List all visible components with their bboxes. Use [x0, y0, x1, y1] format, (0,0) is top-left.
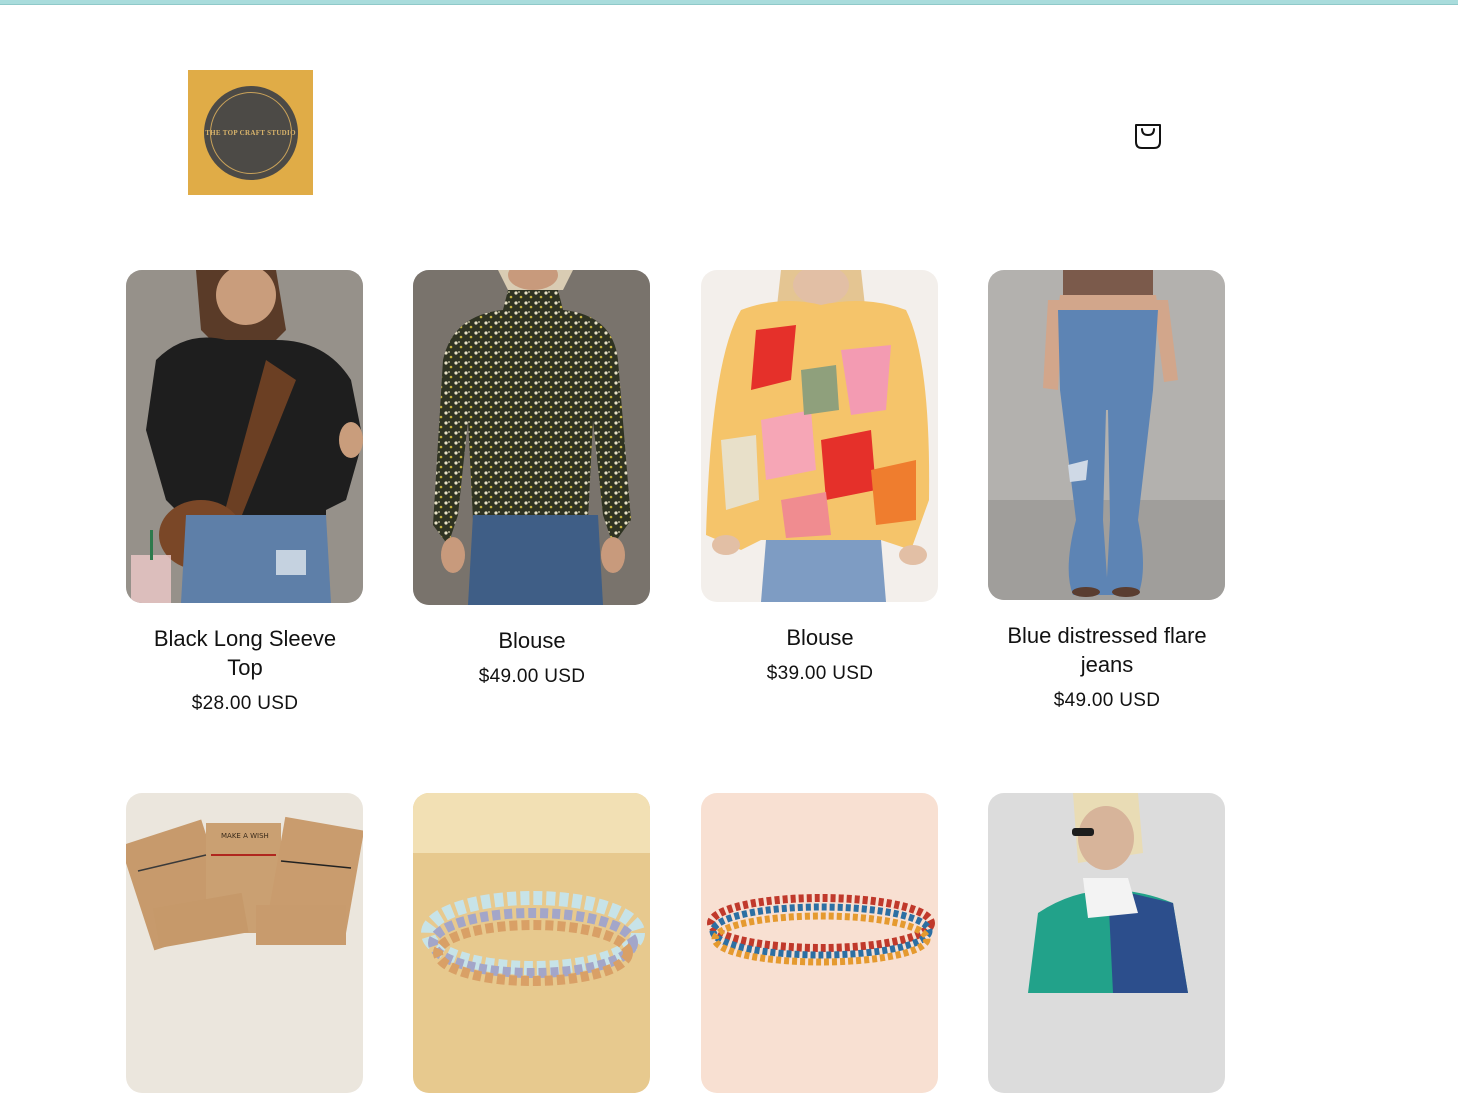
store-logo[interactable]: THE TOP CRAFT STUDIO [188, 70, 313, 195]
product-image[interactable] [126, 270, 363, 603]
product-price: $49.00 USD [478, 666, 586, 687]
product-image[interactable] [413, 793, 650, 1093]
product-card[interactable] [988, 793, 1226, 1093]
logo-text: THE TOP CRAFT STUDIO [205, 128, 296, 137]
wish-card-text: MAKE A WISH [221, 832, 269, 840]
product-photo-colorblock-hoodie [988, 793, 1225, 1093]
product-image[interactable] [988, 793, 1225, 1093]
product-title[interactable]: Blue distressed flare jeans [988, 621, 1226, 679]
product-card[interactable]: Blue distressed flare jeans $49.00 USD [988, 270, 1226, 712]
product-image[interactable] [413, 270, 650, 605]
product-image[interactable]: MAKE A WISH [126, 793, 363, 1093]
product-photo-flare-jeans [988, 270, 1225, 600]
product-card[interactable]: Blouse $39.00 USD [701, 270, 939, 685]
product-image[interactable] [988, 270, 1225, 600]
site-header: THE TOP CRAFT STUDIO [0, 5, 1458, 235]
product-image[interactable] [701, 793, 938, 1093]
product-title[interactable]: Black Long Sleeve Top [126, 624, 364, 682]
product-photo-wish-bracelets: MAKE A WISH [126, 793, 363, 1093]
product-photo-beaded-bracelets [701, 793, 938, 1093]
product-card[interactable]: Black Long Sleeve Top $28.00 USD [126, 270, 364, 715]
logo-badge: THE TOP CRAFT STUDIO [205, 87, 296, 178]
product-price: $28.00 USD [191, 693, 299, 714]
product-image[interactable] [701, 270, 938, 602]
product-card[interactable] [701, 793, 939, 1093]
product-price: $39.00 USD [766, 663, 874, 684]
product-photo-floral-blouse [413, 270, 650, 605]
product-card[interactable] [413, 793, 651, 1093]
product-card[interactable]: MAKE A WISH [126, 793, 364, 1093]
product-price: $49.00 USD [1053, 690, 1161, 711]
product-title[interactable]: Blouse [413, 626, 651, 655]
shopping-bag-icon [1135, 124, 1161, 149]
product-title[interactable]: Blouse [701, 623, 939, 652]
product-photo-black-top [126, 270, 363, 603]
product-card[interactable]: Blouse $49.00 USD [413, 270, 651, 688]
product-photo-glass-bracelets [413, 793, 650, 1093]
cart-button[interactable] [1128, 113, 1168, 153]
product-photo-colorful-blouse [701, 270, 938, 602]
